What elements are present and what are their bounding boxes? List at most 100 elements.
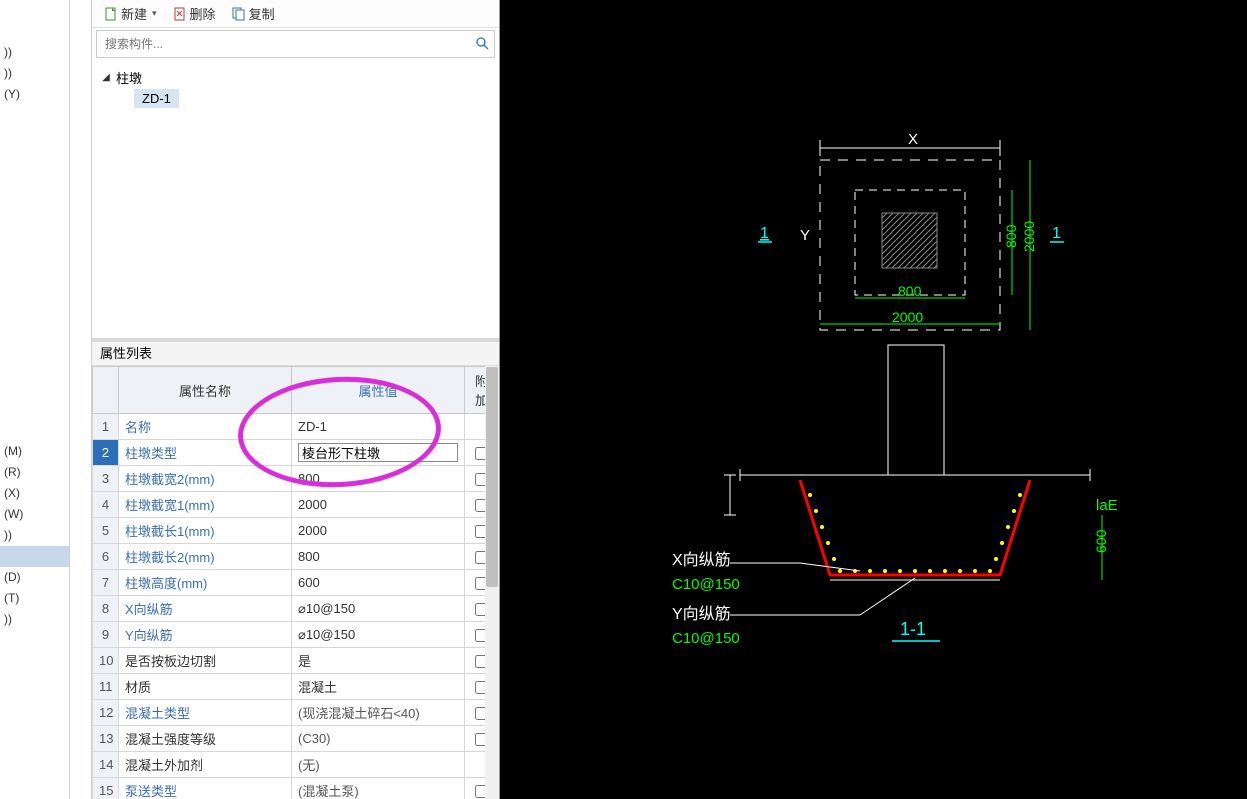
left-nav-item[interactable]: [0, 399, 69, 420]
left-nav-item[interactable]: )): [0, 42, 69, 63]
row-index: 13: [93, 726, 119, 752]
label-lae: laE: [1096, 497, 1118, 514]
left-nav-item[interactable]: (X): [0, 483, 69, 504]
property-value-input[interactable]: [298, 443, 458, 462]
left-nav-item[interactable]: [0, 336, 69, 357]
left-nav-item[interactable]: [0, 420, 69, 441]
property-value[interactable]: 混凝土: [292, 674, 465, 700]
left-nav-item[interactable]: (R): [0, 462, 69, 483]
property-row[interactable]: 1名称ZD-1: [93, 414, 499, 440]
property-scrollbar[interactable]: [485, 366, 499, 799]
dim-800-r: 800: [1003, 224, 1019, 248]
left-nav-item[interactable]: [0, 168, 69, 189]
left-nav-item[interactable]: [0, 21, 69, 42]
dropdown-arrow-icon: ▾: [152, 8, 157, 19]
property-name: 柱墩截长1(mm): [119, 518, 292, 544]
tree-item-zd1[interactable]: ZD-1: [134, 89, 179, 108]
property-list-header: 属性列表: [92, 342, 499, 366]
left-nav-item[interactable]: [0, 126, 69, 147]
copy-button[interactable]: 复制: [226, 2, 281, 25]
collapse-toggle-icon[interactable]: ◢: [100, 72, 112, 83]
property-row[interactable]: 15泵送类型(混凝土泵): [93, 778, 499, 799]
property-value[interactable]: (现浇混凝土碎石<40): [292, 700, 465, 726]
cad-viewport[interactable]: X Y 800 2000 800 2000 1 1: [500, 0, 1247, 799]
property-value[interactable]: ⌀10@150: [292, 596, 465, 622]
property-value[interactable]: (无): [292, 752, 465, 778]
property-row[interactable]: 5柱墩截长1(mm)2000: [93, 518, 499, 544]
search-icon[interactable]: [470, 36, 494, 53]
left-nav-item[interactable]: )): [0, 63, 69, 84]
tree-root[interactable]: ◢ 柱墩: [100, 66, 491, 89]
left-nav-item[interactable]: )): [0, 609, 69, 630]
property-value[interactable]: ZD-1: [292, 414, 465, 440]
property-value[interactable]: 600: [292, 570, 465, 596]
copy-label: 复制: [249, 4, 275, 23]
dim-600: 600: [1093, 529, 1109, 553]
col-name-header: 属性名称: [119, 367, 292, 414]
left-nav-item[interactable]: [0, 147, 69, 168]
left-nav-item[interactable]: )): [0, 525, 69, 546]
property-value[interactable]: [292, 440, 465, 466]
property-row[interactable]: 7柱墩高度(mm)600: [93, 570, 499, 596]
property-name: 柱墩高度(mm): [119, 570, 292, 596]
property-value[interactable]: 800: [292, 544, 465, 570]
property-name: Y向纵筋: [119, 622, 292, 648]
delete-button[interactable]: 删除: [167, 2, 222, 25]
property-name: 名称: [119, 414, 292, 440]
property-value[interactable]: (C30): [292, 726, 465, 752]
left-nav-item[interactable]: [0, 357, 69, 378]
left-nav-item[interactable]: [0, 315, 69, 336]
col-idx-header: [93, 367, 119, 414]
search-input[interactable]: [97, 32, 470, 56]
property-row[interactable]: 3柱墩截宽2(mm)800: [93, 466, 499, 492]
property-value[interactable]: 2000: [292, 518, 465, 544]
property-row[interactable]: 8X向纵筋⌀10@150: [93, 596, 499, 622]
row-index: 14: [93, 752, 119, 778]
property-row[interactable]: 13混凝土强度等级(C30): [93, 726, 499, 752]
property-name: 柱墩截宽2(mm): [119, 466, 292, 492]
left-nav-item[interactable]: [0, 189, 69, 210]
property-row[interactable]: 9Y向纵筋⌀10@150: [93, 622, 499, 648]
copy-icon: [232, 7, 246, 21]
property-value[interactable]: 2000: [292, 492, 465, 518]
left-nav-item[interactable]: (M): [0, 441, 69, 462]
search-bar: [96, 30, 495, 58]
left-nav-item[interactable]: [0, 0, 69, 21]
section-mark-1-right: 1: [1052, 225, 1061, 242]
label-x-rebar-spec: C10@150: [672, 576, 740, 593]
property-value[interactable]: 800: [292, 466, 465, 492]
left-nav-item[interactable]: (W): [0, 504, 69, 525]
property-name: 混凝土外加剂: [119, 752, 292, 778]
row-index: 11: [93, 674, 119, 700]
property-row[interactable]: 14混凝土外加剂(无): [93, 752, 499, 778]
property-value[interactable]: 是: [292, 648, 465, 674]
left-nav-item[interactable]: [0, 231, 69, 252]
row-index: 2: [93, 440, 119, 466]
left-nav-item[interactable]: [0, 273, 69, 294]
property-row[interactable]: 6柱墩截长2(mm)800: [93, 544, 499, 570]
property-name: 是否按板边切割: [119, 648, 292, 674]
left-nav-item[interactable]: [0, 210, 69, 231]
property-row[interactable]: 2柱墩类型: [93, 440, 499, 466]
left-nav-item[interactable]: [0, 252, 69, 273]
row-index: 10: [93, 648, 119, 674]
property-row[interactable]: 11材质混凝土: [93, 674, 499, 700]
property-value[interactable]: (混凝土泵): [292, 778, 465, 799]
property-value[interactable]: ⌀10@150: [292, 622, 465, 648]
side-gap: [70, 0, 92, 799]
dim-x-label: X: [908, 131, 918, 148]
left-nav-item[interactable]: [0, 105, 69, 126]
left-nav-item[interactable]: [0, 378, 69, 399]
row-index: 9: [93, 622, 119, 648]
left-nav-item[interactable]: [0, 546, 69, 567]
left-nav-item[interactable]: (Y): [0, 84, 69, 105]
left-nav-item[interactable]: (D): [0, 567, 69, 588]
property-name: 混凝土强度等级: [119, 726, 292, 752]
property-row[interactable]: 12混凝土类型(现浇混凝土碎石<40): [93, 700, 499, 726]
left-nav-item[interactable]: (T): [0, 588, 69, 609]
new-button[interactable]: 新建 ▾: [98, 2, 163, 25]
property-row[interactable]: 10是否按板边切割是: [93, 648, 499, 674]
dim-2000-b: 2000: [892, 309, 923, 325]
left-nav-item[interactable]: [0, 294, 69, 315]
property-row[interactable]: 4柱墩截宽1(mm)2000: [93, 492, 499, 518]
